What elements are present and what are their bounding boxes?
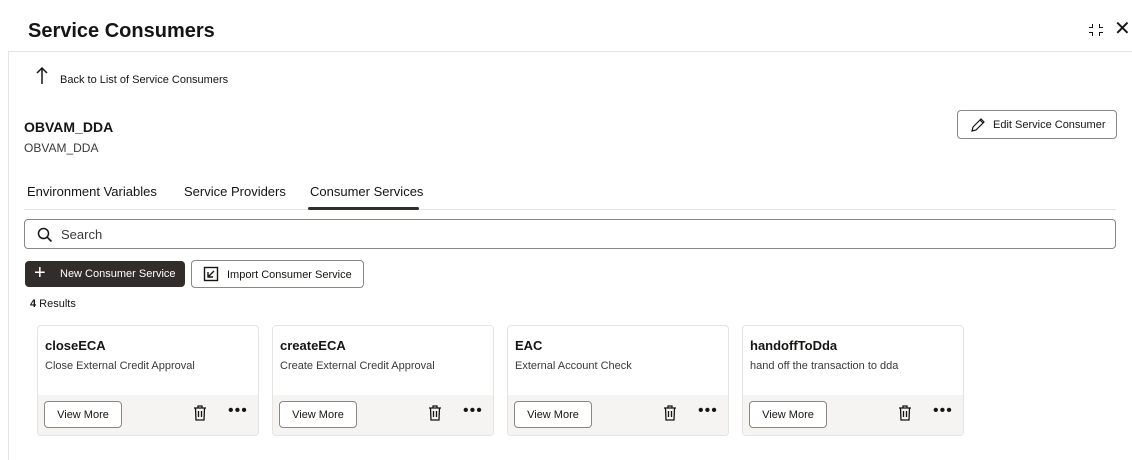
card-description: External Account Check (515, 360, 632, 372)
more-options-icon[interactable]: ••• (228, 403, 248, 419)
card-footer: View More ••• (38, 395, 258, 435)
trash-icon[interactable] (193, 405, 207, 421)
tab-consumer-services[interactable]: Consumer Services (310, 184, 423, 199)
service-card[interactable]: createECA Create External Credit Approva… (272, 325, 494, 436)
view-more-label: View More (762, 409, 814, 421)
search-box[interactable] (24, 219, 1116, 249)
pencil-icon (971, 118, 985, 132)
card-description: Create External Credit Approval (280, 360, 435, 372)
view-more-label: View More (527, 409, 579, 421)
collapse-icon[interactable] (1087, 22, 1107, 40)
more-options-icon[interactable]: ••• (463, 403, 483, 419)
top-strip (8, 0, 1132, 8)
tab-environment-variables[interactable]: Environment Variables (27, 184, 157, 199)
view-more-button[interactable]: View More (749, 401, 827, 428)
import-button-label: Import Consumer Service (227, 269, 352, 281)
tab-service-providers[interactable]: Service Providers (184, 184, 286, 199)
service-card[interactable]: handoffToDda hand off the transaction to… (742, 325, 964, 436)
trash-icon[interactable] (663, 405, 677, 421)
view-more-label: View More (57, 409, 109, 421)
results-label: Results (36, 298, 76, 310)
page-title: Service Consumers (28, 20, 215, 42)
page-header: Service Consumers ✕ (8, 8, 1132, 52)
card-title: createECA (280, 338, 346, 353)
card-description: Close External Credit Approval (45, 360, 195, 372)
edit-service-consumer-button[interactable]: Edit Service Consumer (957, 110, 1117, 139)
edit-button-label: Edit Service Consumer (993, 119, 1106, 131)
card-footer: View More ••• (743, 395, 963, 435)
new-button-label: New Consumer Service (60, 268, 176, 280)
tabs-divider (24, 209, 1116, 210)
service-card[interactable]: closeECA Close External Credit Approval … (37, 325, 259, 436)
view-more-button[interactable]: View More (44, 401, 122, 428)
consumer-subtitle: OBVAM_DDA (24, 141, 99, 155)
consumer-name: OBVAM_DDA (24, 119, 114, 135)
service-card[interactable]: EAC External Account Check View More ••• (507, 325, 729, 436)
close-icon[interactable]: ✕ (1114, 19, 1131, 39)
results-count: 4 Results (30, 298, 76, 310)
card-footer: View More ••• (508, 395, 728, 435)
more-options-icon[interactable]: ••• (933, 403, 953, 419)
trash-icon[interactable] (428, 405, 442, 421)
view-more-button[interactable]: View More (514, 401, 592, 428)
view-more-label: View More (292, 409, 344, 421)
search-icon (37, 227, 53, 243)
new-consumer-service-button[interactable]: + New Consumer Service (25, 261, 185, 287)
search-input[interactable] (61, 224, 1101, 244)
plus-icon: + (34, 262, 46, 284)
card-title: closeECA (45, 338, 106, 353)
selected-tab-indicator (308, 207, 419, 210)
card-description: hand off the transaction to dda (750, 360, 899, 372)
more-options-icon[interactable]: ••• (698, 403, 718, 419)
view-more-button[interactable]: View More (279, 401, 357, 428)
trash-icon[interactable] (898, 405, 912, 421)
import-consumer-service-button[interactable]: Import Consumer Service (191, 260, 364, 288)
import-icon (203, 266, 219, 282)
card-title: handoffToDda (750, 338, 838, 353)
back-to-list-link[interactable]: Back to List of Service Consumers (60, 74, 228, 86)
arrow-up-icon[interactable] (36, 66, 48, 86)
card-footer: View More ••• (273, 395, 493, 435)
card-title: EAC (515, 338, 543, 353)
